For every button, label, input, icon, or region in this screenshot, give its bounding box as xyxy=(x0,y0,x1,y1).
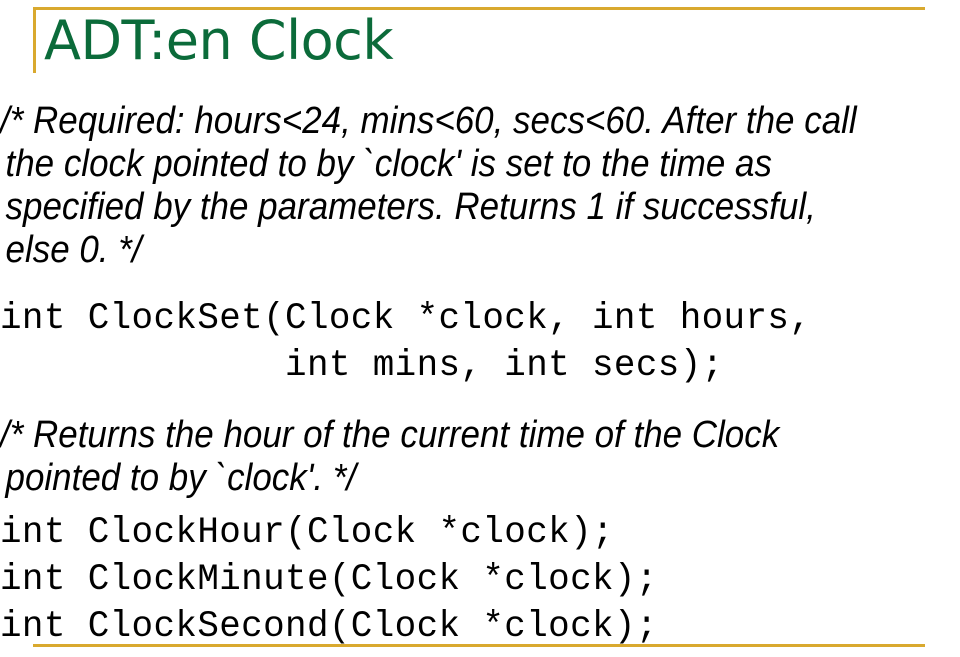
comment-block-2: /* Returns the hour of the current time … xyxy=(0,414,789,499)
slide-canvas: ADT:en Clock /* Required: hours<24, mins… xyxy=(0,0,960,657)
code-line-clockminute: int ClockMinute(Clock *clock); xyxy=(0,559,658,601)
accent-rule-left xyxy=(33,7,36,73)
comment-block-1: /* Required: hours<24, mins<60, secs<60.… xyxy=(0,100,867,271)
code-line-clockset-2: int mins, int secs); xyxy=(0,345,724,387)
code-line-clockset-1: int ClockSet(Clock *clock, int hours, xyxy=(0,298,812,340)
slide-body: /* Required: hours<24, mins<60, secs<60.… xyxy=(0,100,960,651)
code-line-clocksecond: int ClockSecond(Clock *clock); xyxy=(0,606,658,648)
code-line-clockhour: int ClockHour(Clock *clock); xyxy=(0,512,614,554)
slide-title: ADT:en Clock xyxy=(44,9,394,72)
